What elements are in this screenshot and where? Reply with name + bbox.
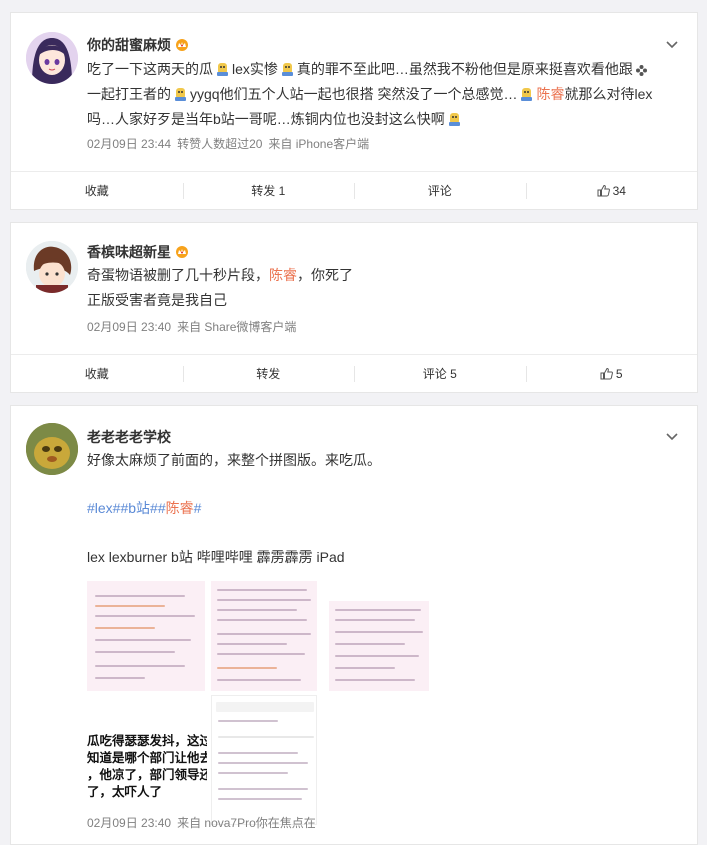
avatar[interactable] (26, 423, 78, 475)
post-text: lex lexburner b站 哔哩哔哩 霹雳霹雳 iPad (87, 549, 345, 565)
like-button[interactable]: 5 (525, 355, 698, 392)
avatar[interactable] (26, 241, 78, 293)
avatar-blurry-photo-icon (26, 423, 78, 475)
screenshot-text-crop[interactable]: 瓜吃得瑟瑟发抖，这过 知道是哪个部门让他去 ，他凉了，部门领导还 了，太吓人了 (87, 733, 207, 823)
timestamp-link[interactable]: 02月09日 23:44 (87, 137, 171, 151)
collage-image[interactable]: 瓜吃得瑟瑟发抖，这过 知道是哪个部门让他去 ，他凉了，部门领导还 了，太吓人了 (87, 581, 447, 825)
username[interactable]: 你的甜蜜麻烦 (87, 35, 189, 55)
post-text: 奇蛋物语被删了几十秒片段， (87, 267, 269, 283)
hashtag-link[interactable]: #b站# (120, 500, 157, 516)
mention-link[interactable]: 陈睿 (536, 86, 564, 102)
username-text[interactable]: 你的甜蜜麻烦 (87, 37, 171, 53)
post-text: 一起打王者的 (87, 86, 171, 102)
post-meta: 02月09日 23:44 转赞人数超过20 来自 iPhone客户端 (87, 135, 375, 152)
screenshot-thumbnail[interactable] (329, 601, 429, 691)
post-text: 好像太麻烦了前面的，来整个拼图版。来吃瓜。 (87, 452, 381, 468)
post-meta: 02月09日 23:40 来自 Share微博客户端 (87, 318, 302, 335)
post-body: 吃了一下这两天的瓜 lex实惨 真的罪不至此吧…虽然我不粉他但是原来挺喜欢看他跟 一… (87, 57, 677, 132)
comment-button[interactable]: 评论 5 (354, 355, 526, 392)
repost-button[interactable]: 转发 1 (182, 172, 355, 209)
post-text: 吃了一下这两天的瓜 (87, 61, 213, 77)
username[interactable]: 老老老老学校 (87, 427, 171, 447)
post-card: 香槟味超新星 奇蛋物语被删了几十秒片段，陈睿，你死了 正版受害者竟是我自己 02… (10, 222, 698, 393)
source-link[interactable]: 来自 Share微博客户端 (177, 320, 296, 334)
favorite-button[interactable]: 收藏 (11, 355, 183, 392)
chevron-down-icon[interactable] (665, 429, 679, 443)
post-text: lex实惨 (232, 61, 278, 77)
crown-icon (175, 38, 189, 51)
post-text: 真的罪不至此吧…虽然我不粉他但是原来挺喜欢看他跟 (296, 61, 633, 77)
comment-label: 评论 5 (422, 367, 457, 381)
timestamp-link[interactable]: 02月09日 23:40 (87, 816, 171, 830)
chevron-down-icon[interactable] (665, 37, 679, 51)
crown-icon (175, 245, 189, 258)
post-text: 正版受害者竟是我自己 (87, 292, 227, 308)
action-bar: 收藏 转发 1 评论 34 (11, 171, 697, 209)
repost-button[interactable]: 转发 (182, 355, 355, 392)
username-text[interactable]: 老老老老学校 (87, 429, 171, 445)
thumbs-up-icon (597, 184, 610, 197)
like-count: 34 (612, 183, 626, 198)
timestamp-link[interactable]: 02月09日 23:40 (87, 320, 171, 334)
comment-button[interactable]: 评论 (354, 172, 526, 209)
post-text: yygq他们五个人站一起也很搭 突然没了一个总感觉… (190, 86, 518, 102)
image-text: 了，太吓人了 (87, 785, 163, 799)
comment-label: 评论 (427, 184, 452, 198)
favorite-button[interactable]: 收藏 (11, 172, 183, 209)
mention-link[interactable]: 陈睿 (269, 267, 297, 283)
action-bar: 收藏 转发 评论 5 5 (11, 354, 697, 392)
repost-label: 转发 (256, 367, 281, 381)
post-text: ，你死了 (297, 267, 353, 283)
username-text[interactable]: 香槟味超新星 (87, 244, 171, 260)
hashtag-link[interactable]: # (194, 500, 202, 516)
repost-label: 转发 1 (251, 184, 286, 198)
source-link[interactable]: 来自 iPhone客户端 (268, 137, 369, 151)
post-keywords: lex lexburner b站 哔哩哔哩 霹雳霹雳 iPad (87, 545, 677, 570)
post-card: 你的甜蜜麻烦 吃了一下这两天的瓜 lex实惨 真的罪不至此吧…虽然我不粉他但是原来挺… (10, 12, 698, 210)
like-button[interactable]: 34 (525, 172, 698, 209)
screenshot-thumbnail[interactable] (211, 695, 317, 825)
doge-emoji-icon (447, 110, 462, 127)
favorite-label: 收藏 (84, 184, 109, 198)
source-link[interactable]: 来自 nova7Pro你在焦点在 (177, 816, 316, 830)
avatar-cartoon-boy-icon (26, 241, 78, 293)
flower-icon (635, 60, 648, 77)
hashtag-link[interactable]: #lex# (87, 500, 120, 516)
thumbs-up-icon (600, 367, 613, 380)
post-body: 奇蛋物语被删了几十秒片段，陈睿，你死了 正版受害者竟是我自己 (87, 263, 677, 313)
screenshot-thumbnail[interactable] (211, 581, 317, 691)
like-count: 5 (615, 366, 623, 381)
favorite-label: 收藏 (84, 367, 109, 381)
hashtag-link[interactable]: 陈睿 (166, 500, 194, 516)
post-tags: #lex##b站##陈睿# (87, 496, 677, 521)
doge-emoji-icon (519, 85, 534, 102)
post-card: 老老老老学校 好像太麻烦了前面的，来整个拼图版。来吃瓜。 #lex##b站##陈… (10, 405, 698, 845)
post-body: 好像太麻烦了前面的，来整个拼图版。来吃瓜。 (87, 448, 677, 473)
image-text: 瓜吃得瑟瑟发抖，这过 (87, 734, 207, 748)
doge-emoji-icon (280, 60, 295, 77)
image-text: 知道是哪个部门让他去 (87, 751, 207, 765)
doge-emoji-icon (173, 85, 188, 102)
image-text: ，他凉了，部门领导还 (87, 768, 207, 782)
repost-count: 转赞人数超过20 (177, 137, 263, 151)
avatar-anime-girl-icon (26, 32, 78, 84)
username[interactable]: 香槟味超新星 (87, 242, 189, 262)
doge-emoji-icon (215, 60, 230, 77)
hashtag-link[interactable]: # (158, 500, 166, 516)
screenshot-thumbnail[interactable] (87, 581, 205, 691)
post-meta: 02月09日 23:40 来自 nova7Pro你在焦点在 (87, 814, 322, 831)
avatar[interactable] (26, 32, 78, 84)
